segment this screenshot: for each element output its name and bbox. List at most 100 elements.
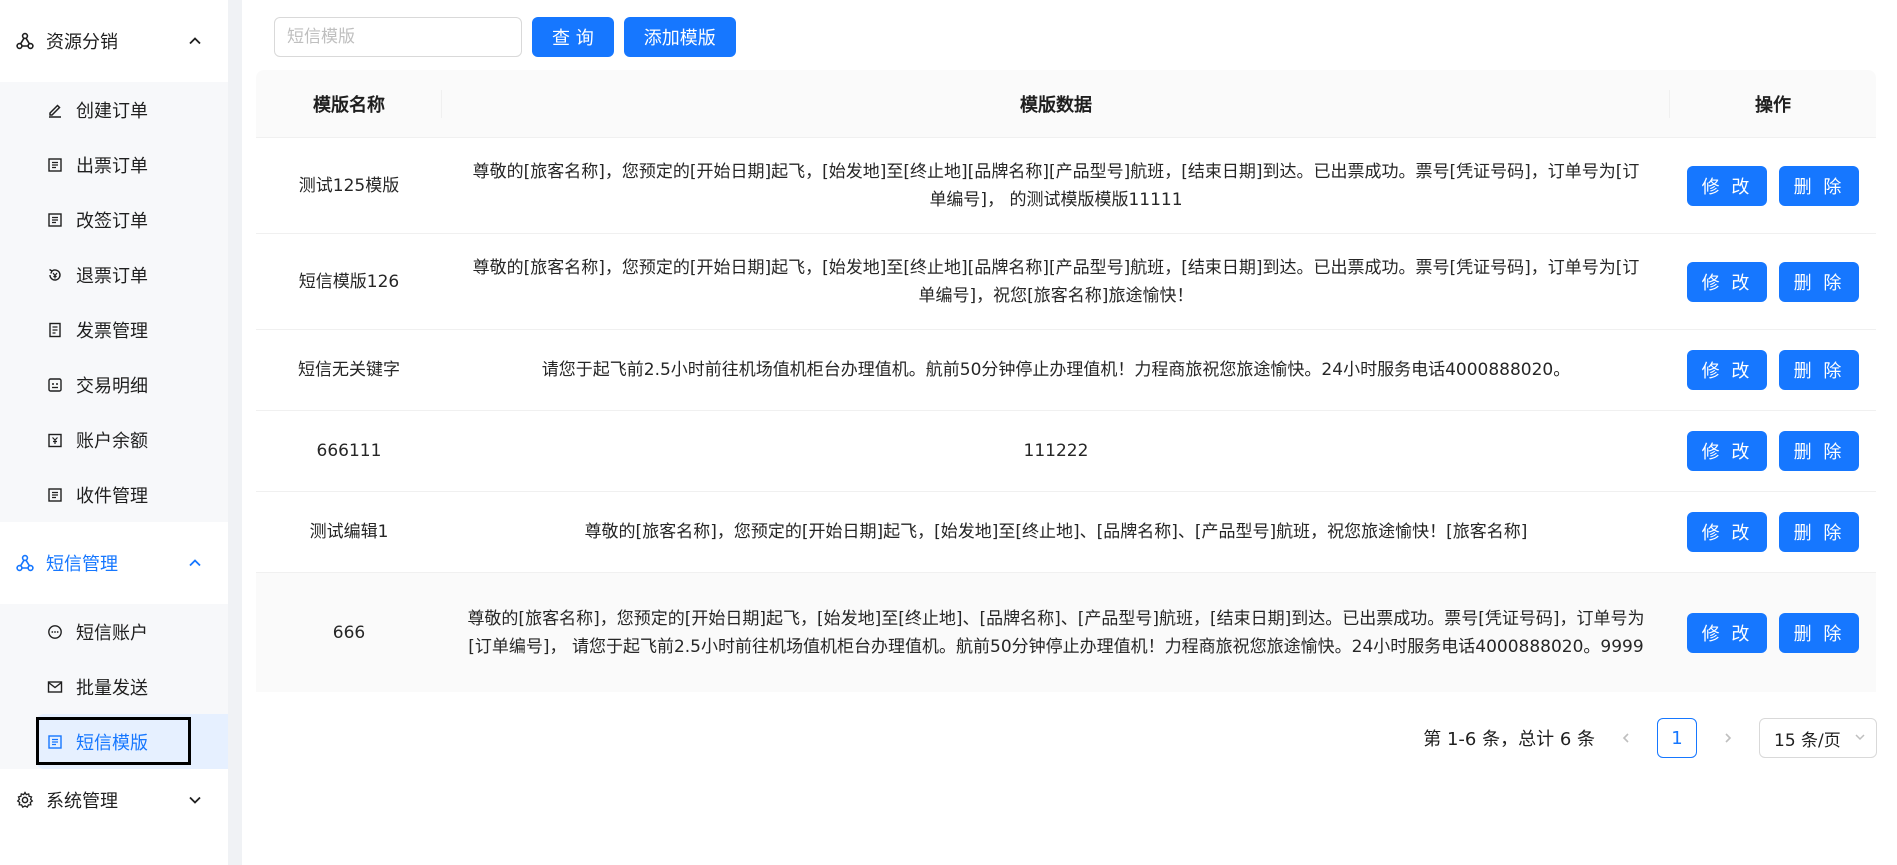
sidebar-item-refund-orders[interactable]: 退票订单 (0, 247, 228, 302)
sidebar-item-invoice[interactable]: 发票管理 (0, 302, 228, 357)
page-size-select[interactable]: 15 条/页 (1759, 718, 1877, 758)
table-row: 短信模版126 尊敬的[旅客名称]，您预定的[开始日期]起飞，[始发地]至[终止… (256, 234, 1876, 330)
document-icon (46, 211, 64, 229)
table-row: 666 尊敬的[旅客名称]，您预定的[开始日期]起飞，[始发地]至[终止地]、[… (256, 573, 1876, 692)
table-row: 短信无关键字 请您于起飞前2.5小时前往机场值机柜台办理值机。航前50分钟停止办… (256, 330, 1876, 411)
search-input[interactable] (274, 17, 522, 57)
edit-button[interactable]: 修 改 (1687, 165, 1767, 206)
document-icon (46, 486, 64, 504)
sidebar-item-label: 交易明细 (76, 375, 148, 397)
submenu-sms: 短信账户 批量发送 短信模版 (0, 604, 228, 769)
chat-icon (46, 623, 64, 641)
delete-button[interactable]: 删 除 (1779, 165, 1859, 206)
page-number-current[interactable]: 1 (1657, 718, 1697, 758)
menu-group-label: 短信管理 (46, 554, 118, 575)
page-size-value: 15 条/页 (1774, 730, 1841, 751)
sidebar-item-label: 创建订单 (76, 100, 148, 122)
chevron-down-icon (1854, 728, 1866, 748)
delete-button[interactable]: 删 除 (1779, 431, 1859, 471)
delete-button[interactable]: 删 除 (1779, 612, 1859, 653)
cell-actions: 修 改 删 除 (1670, 165, 1876, 206)
cell-data: 尊敬的[旅客名称]，您预定的[开始日期]起飞，[始发地]至[终止地]、[品牌名称… (467, 608, 1645, 657)
sidebar-item-batch-send[interactable]: 批量发送 (0, 659, 228, 714)
cell-name: 666111 (316, 441, 382, 461)
sidebar-item-transactions[interactable]: 交易明细 (0, 357, 228, 412)
sidebar-item-balance[interactable]: 账户余额 (0, 412, 228, 467)
edit-button[interactable]: 修 改 (1687, 350, 1767, 390)
cell-data: 尊敬的[旅客名称]，您预定的[开始日期]起飞，[始发地]至[终止地]、[品牌名称… (584, 522, 1528, 542)
edit-button[interactable]: 修 改 (1687, 512, 1767, 552)
cell-actions: 修 改 删 除 (1670, 612, 1876, 653)
table-row: 666111 111222 修 改 删 除 (256, 411, 1876, 492)
menu-group-system[interactable]: 系统管理 (0, 769, 228, 831)
sidebar-item-label: 收件管理 (76, 485, 148, 507)
cell-name: 666 (332, 622, 366, 643)
template-table: 模版名称 模版数据 操作 测试125模版 尊敬的[旅客名称]，您预定的[开始日期… (256, 70, 1876, 692)
sidebar-item-sms-account[interactable]: 短信账户 (0, 604, 228, 659)
cell-name: 短信无关键字 (298, 360, 400, 380)
cell-name: 测试125模版 (298, 175, 400, 196)
cell-name: 测试编辑1 (309, 522, 389, 542)
edit-button[interactable]: 修 改 (1687, 431, 1767, 471)
wallet-icon (46, 431, 64, 449)
delete-button[interactable]: 删 除 (1779, 350, 1859, 390)
pagination: 第 1-6 条，总计 6 条 1 15 条/页 (1423, 718, 1877, 758)
gear-icon (14, 789, 36, 811)
next-page-icon[interactable] (1715, 725, 1741, 751)
edit-button[interactable]: 修 改 (1687, 612, 1767, 653)
document-icon (46, 156, 64, 174)
sidebar-item-receipts[interactable]: 收件管理 (0, 467, 228, 522)
sidebar-item-label: 出票订单 (76, 155, 148, 177)
sidebar-item-sms-template[interactable]: 短信模版 (36, 714, 228, 769)
main-content: 查 询 添加模版 模版名称 模版数据 操作 测试125模版 尊敬的[旅客名称]，… (242, 0, 1897, 865)
cell-actions: 修 改 删 除 (1670, 512, 1876, 552)
column-header-data: 模版数据 (442, 89, 1670, 118)
add-template-button[interactable]: 添加模版 (623, 17, 736, 57)
sidebar-item-label: 账户余额 (76, 430, 148, 452)
sidebar-item-label: 发票管理 (76, 320, 148, 342)
cell-data: 请您于起飞前2.5小时前往机场值机柜台办理值机。航前50分钟停止办理值机！力程商… (541, 360, 1571, 380)
sidebar-item-label: 退票订单 (76, 265, 148, 287)
column-header-name: 模版名称 (256, 89, 442, 118)
sidebar-item-label: 短信模版 (76, 732, 148, 754)
pagination-summary: 第 1-6 条，总计 6 条 (1423, 729, 1595, 750)
menu-group-sms[interactable]: 短信管理 (0, 522, 228, 604)
sidebar-item-label: 批量发送 (76, 677, 148, 699)
transaction-icon (46, 376, 64, 394)
delete-button[interactable]: 删 除 (1779, 261, 1859, 302)
edit-icon (46, 101, 64, 119)
cell-data: 尊敬的[旅客名称]，您预定的[开始日期]起飞，[始发地]至[终止地][品牌名称]… (472, 257, 1640, 306)
share-nodes-icon (14, 30, 36, 52)
sidebar-item-label: 改签订单 (76, 210, 148, 232)
cell-data: 尊敬的[旅客名称]，您预定的[开始日期]起飞，[始发地]至[终止地][品牌名称]… (472, 161, 1640, 210)
menu-group-label: 资源分销 (46, 32, 118, 53)
cell-data: 111222 (1023, 441, 1089, 461)
mail-icon (46, 678, 64, 696)
prev-page-icon[interactable] (1613, 725, 1639, 751)
column-header-op: 操作 (1755, 94, 1791, 116)
sidebar-item-change-orders[interactable]: 改签订单 (0, 192, 228, 247)
invoice-icon (46, 321, 64, 339)
sidebar-item-ticket-orders[interactable]: 出票订单 (0, 137, 228, 192)
cell-actions: 修 改 删 除 (1670, 350, 1876, 390)
submenu-resource: 创建订单 出票订单 改签订单 退票订单 发票管理 交易明细 账户余额 收件管理 (0, 82, 228, 522)
sidebar-item-label: 短信账户 (76, 622, 148, 644)
edit-button[interactable]: 修 改 (1687, 261, 1767, 302)
menu-group-label: 系统管理 (46, 791, 118, 812)
delete-button[interactable]: 删 除 (1779, 512, 1859, 552)
sidebar: 资源分销 创建订单 出票订单 改签订单 退票订单 发票管理 交易明细 账户余额 … (0, 0, 228, 865)
cell-name: 短信模版126 (298, 271, 400, 292)
cell-actions: 修 改 删 除 (1670, 261, 1876, 302)
document-icon (46, 733, 64, 751)
sidebar-item-create-order[interactable]: 创建订单 (0, 82, 228, 137)
cell-actions: 修 改 删 除 (1670, 431, 1876, 471)
share-nodes-icon (14, 552, 36, 574)
table-row: 测试编辑1 尊敬的[旅客名称]，您预定的[开始日期]起飞，[始发地]至[终止地]… (256, 492, 1876, 573)
refund-icon (46, 266, 64, 284)
chevron-down-icon (186, 791, 204, 809)
menu-group-resource[interactable]: 资源分销 (0, 0, 228, 82)
table-row: 测试125模版 尊敬的[旅客名称]，您预定的[开始日期]起飞，[始发地]至[终止… (256, 138, 1876, 234)
table-header: 模版名称 模版数据 操作 (256, 70, 1876, 138)
query-button[interactable]: 查 询 (532, 17, 614, 57)
toolbar: 查 询 添加模版 (274, 17, 736, 57)
